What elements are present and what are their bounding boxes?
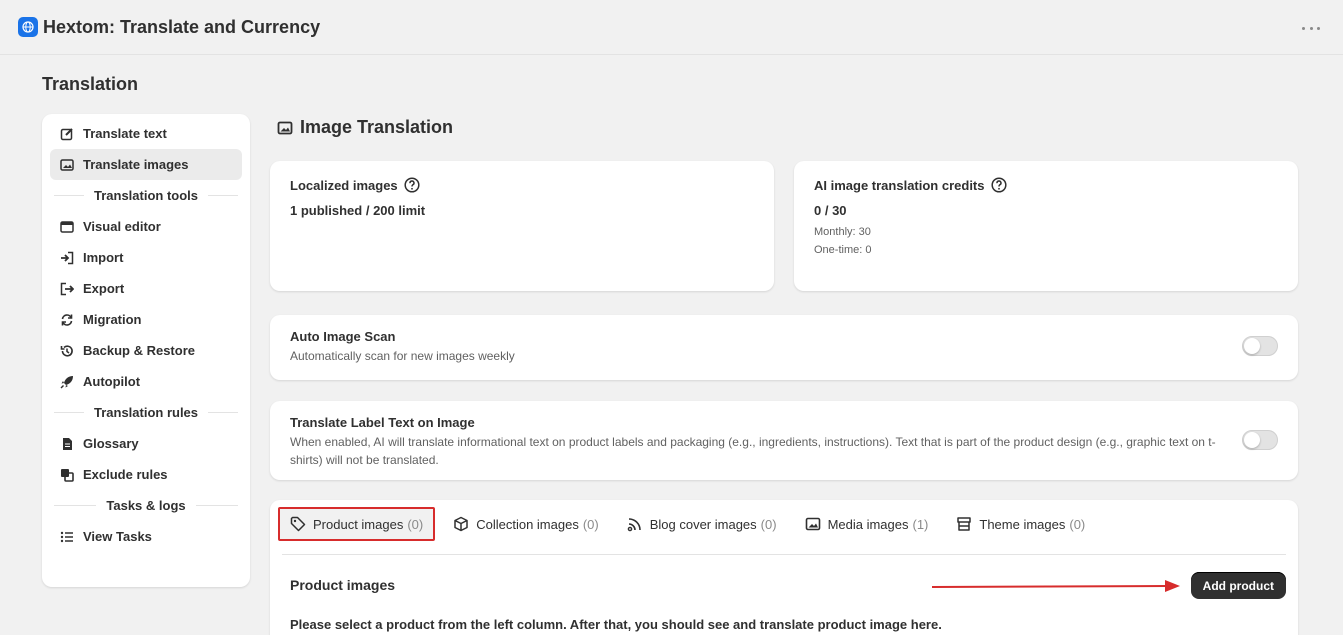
exclude-icon xyxy=(60,468,74,482)
sidebar-heading-tools: Translation tools xyxy=(54,180,239,211)
sidebar-item-translate-text[interactable]: Translate text xyxy=(50,118,242,149)
image-tabs: Product images (0) Collection images (0) B… xyxy=(278,506,1103,542)
sidebar-item-view-tasks[interactable]: View Tasks xyxy=(50,521,242,552)
history-icon xyxy=(60,344,74,358)
sidebar-item-label: Backup & Restore xyxy=(83,343,195,358)
rss-icon xyxy=(627,516,643,532)
edit-icon xyxy=(60,127,74,141)
sidebar-item-label: Translate images xyxy=(83,157,189,172)
product-images-info: Please select a product from the left co… xyxy=(290,617,942,632)
sidebar-item-visual-editor[interactable]: Visual editor xyxy=(50,211,242,242)
ai-credits-value: 0 / 30 xyxy=(814,203,847,218)
image-icon xyxy=(805,516,821,532)
app-title: Hextom: Translate and Currency xyxy=(43,16,321,37)
dot-icon xyxy=(1317,26,1320,30)
auto-scan-card: Auto Image Scan Automatically scan for n… xyxy=(270,315,1298,380)
monthly-credits: Monthly: 30 xyxy=(814,226,871,238)
section-header: Image Translation xyxy=(277,117,453,138)
add-product-button[interactable]: Add product xyxy=(1190,572,1286,599)
sidebar-item-backup-restore[interactable]: Backup & Restore xyxy=(50,335,242,366)
cube-icon xyxy=(453,516,469,532)
section-title: Image Translation xyxy=(300,117,454,137)
localized-images-card: Localized images 1 published / 200 limit xyxy=(270,161,774,291)
auto-scan-description: Automatically scan for new images weekly xyxy=(290,349,515,363)
rocket-icon xyxy=(60,375,74,389)
sidebar-item-label: View Tasks xyxy=(83,529,152,544)
tab-media-images[interactable]: Media images (1) xyxy=(795,507,939,541)
document-icon xyxy=(60,437,74,451)
product-images-title: Product images xyxy=(290,577,396,593)
ai-credits-label: AI image translation credits xyxy=(814,177,1278,193)
sidebar-item-label: Glossary xyxy=(83,436,139,451)
page-title: Translation xyxy=(42,74,139,94)
sidebar: Translate text Translate images Translat… xyxy=(42,114,250,587)
onetime-credits: One-time: 0 xyxy=(814,244,872,256)
tag-icon xyxy=(290,516,306,532)
ai-credits-card: AI image translation credits 0 / 30 Mont… xyxy=(794,161,1298,291)
refresh-icon xyxy=(60,313,74,327)
annotation-arrow-icon xyxy=(932,580,1180,592)
sidebar-heading-tasks: Tasks & logs xyxy=(54,490,239,521)
label-text-card: Translate Label Text on Image When enabl… xyxy=(270,401,1298,480)
tab-blog-cover-images[interactable]: Blog cover images (0) xyxy=(617,507,787,541)
sidebar-item-label: Export xyxy=(83,281,125,296)
sidebar-item-label: Translate text xyxy=(83,126,167,141)
list-icon xyxy=(60,530,74,544)
image-tabs-card: Product images (0) Collection images (0) B… xyxy=(270,500,1298,635)
help-icon[interactable] xyxy=(404,177,420,193)
localized-images-value: 1 published / 200 limit xyxy=(290,203,426,218)
tab-product-images[interactable]: Product images (0) xyxy=(278,507,436,541)
sidebar-item-label: Exclude rules xyxy=(83,467,168,482)
sidebar-item-label: Visual editor xyxy=(83,219,161,234)
globe-icon xyxy=(18,17,38,37)
sidebar-item-exclude-rules[interactable]: Exclude rules xyxy=(50,459,242,490)
tab-collection-images[interactable]: Collection images (0) xyxy=(443,507,609,541)
sidebar-heading-rules: Translation rules xyxy=(54,397,239,428)
window-icon xyxy=(60,220,74,234)
tab-theme-images[interactable]: Theme images (0) xyxy=(946,507,1095,541)
more-actions-button[interactable] xyxy=(1299,18,1323,38)
dot-icon xyxy=(1302,26,1305,30)
sidebar-item-label: Autopilot xyxy=(83,374,141,389)
sidebar-item-import[interactable]: Import xyxy=(50,242,242,273)
store-icon xyxy=(956,516,972,532)
label-text-toggle[interactable] xyxy=(1242,430,1278,450)
label-text-description: When enabled, AI will translate informat… xyxy=(290,435,1216,467)
sidebar-item-translate-images[interactable]: Translate images xyxy=(50,149,242,180)
sidebar-item-label: Import xyxy=(83,250,124,265)
import-icon xyxy=(60,251,74,265)
sidebar-item-glossary[interactable]: Glossary xyxy=(50,428,242,459)
auto-scan-title: Auto Image Scan xyxy=(290,329,396,344)
sidebar-item-autopilot[interactable]: Autopilot xyxy=(50,366,242,397)
app-header: Hextom: Translate and Currency xyxy=(0,0,1343,55)
dot-icon xyxy=(1309,26,1313,30)
help-icon[interactable] xyxy=(990,177,1007,193)
image-icon xyxy=(277,121,293,134)
label-text-title: Translate Label Text on Image xyxy=(290,415,475,430)
auto-scan-toggle[interactable] xyxy=(1242,336,1278,356)
export-icon xyxy=(60,282,74,296)
sidebar-item-export[interactable]: Export xyxy=(50,273,242,304)
tab-divider xyxy=(282,554,1286,555)
sidebar-item-label: Migration xyxy=(83,312,142,327)
image-icon xyxy=(60,158,74,172)
localized-images-label: Localized images xyxy=(290,177,754,193)
sidebar-item-migration[interactable]: Migration xyxy=(50,304,242,335)
